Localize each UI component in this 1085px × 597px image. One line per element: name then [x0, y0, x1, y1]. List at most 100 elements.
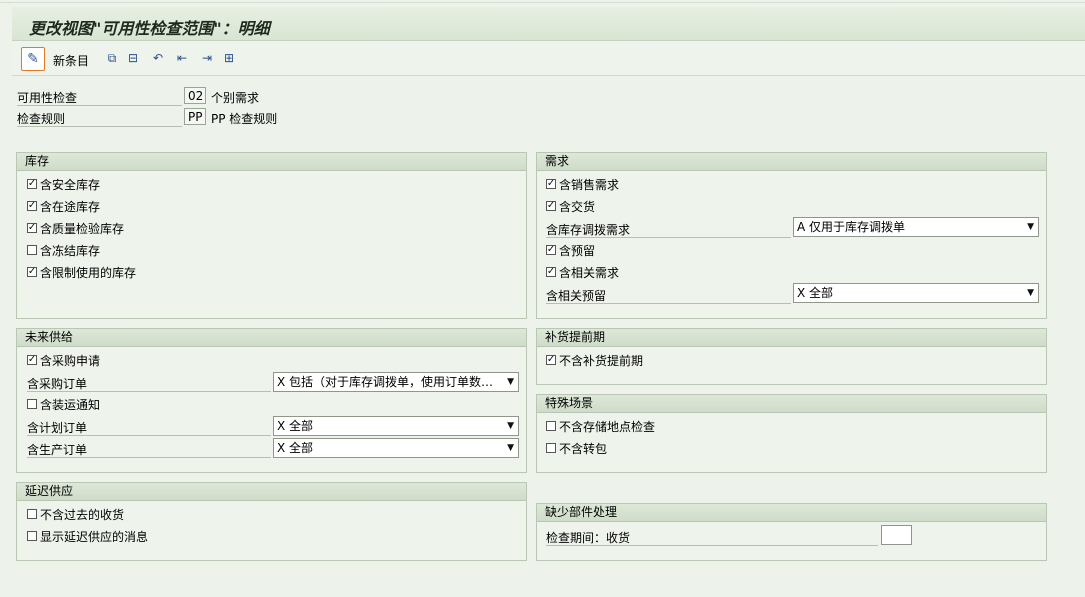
receipts-group: 未来供给 ✓ 含采购申请 含采购订单 X 包括（对于库存调拨单，使用订单数量… ▼… [16, 328, 527, 473]
checkbox-label: 含相关需求 [559, 265, 620, 280]
checkbox-box: ✓ [27, 354, 37, 365]
checkbox-box [27, 399, 37, 409]
delete-icon[interactable]: ⊟ [126, 51, 140, 65]
page-title: 更改视图"可用性检查范围"：明细 [29, 19, 270, 38]
incl-safety-stock-checkbox[interactable]: ✓ 含安全库存 [27, 174, 100, 194]
missing-parts-group-title: 缺少部件处理 [537, 504, 1046, 522]
checkbox-box: ✓ [27, 266, 37, 277]
incl-transit-stock-checkbox[interactable]: ✓ 含在途库存 [27, 196, 100, 216]
checkbox-label: 含质量检验库存 [40, 221, 125, 236]
next-entry-icon[interactable]: ⇥ [200, 51, 214, 65]
chevron-down-icon: ▼ [507, 421, 514, 431]
no-subcontracting-checkbox[interactable]: 不含转包 [546, 438, 607, 458]
display-change-button[interactable]: ✎ [21, 47, 45, 71]
checkbox-box: ✓ [27, 178, 37, 189]
label-underline [17, 105, 182, 106]
copy-as-icon[interactable]: ⧉ [105, 51, 119, 65]
label-underline [27, 457, 271, 458]
purch-orders-label: 含采购订单 [27, 377, 88, 391]
past-receipts-group-title: 延迟供应 [17, 483, 526, 501]
check-period-label: 检查期间：收货 [546, 531, 631, 545]
planned-orders-label: 含计划订单 [27, 421, 88, 435]
stock-transfer-req-dropdown[interactable]: A 仅用于库存调拨单 ▼ [793, 217, 1039, 237]
rlt-group-title: 补货提前期 [537, 329, 1046, 347]
top-divider [0, 2, 1085, 3]
previous-entry-icon[interactable]: ⇤ [175, 51, 189, 65]
incl-blocked-stock-checkbox[interactable]: 含冻结库存 [27, 240, 100, 260]
checkbox-box [546, 421, 556, 431]
availability-check-field[interactable]: 02 [184, 87, 206, 104]
no-rlt-checkbox[interactable]: ✓ 不含补货提前期 [546, 350, 643, 370]
checkbox-box: ✓ [27, 222, 37, 233]
production-orders-dropdown[interactable]: X 全部 ▼ [273, 438, 519, 458]
dropdown-value: A 仅用于库存调拨单 [797, 220, 906, 234]
label-underline [546, 237, 791, 238]
planned-orders-dropdown[interactable]: X 全部 ▼ [273, 416, 519, 436]
production-orders-label: 含生产订单 [27, 443, 88, 457]
chevron-down-icon: ▼ [507, 443, 514, 453]
late-supply-message-checkbox[interactable]: 显示延迟供应的消息 [27, 526, 148, 546]
checkbox-box [546, 443, 556, 453]
checkbox-label: 含在途库存 [40, 199, 101, 214]
no-storage-loc-check-checkbox[interactable]: 不含存储地点检查 [546, 416, 655, 436]
chevron-down-icon: ▼ [1027, 288, 1034, 298]
checkbox-box [27, 509, 37, 519]
select-block-icon[interactable]: ⊞ [222, 51, 236, 65]
checkbox-label: 不含转包 [559, 441, 608, 456]
incl-quality-stock-checkbox[interactable]: ✓ 含质量检验库存 [27, 218, 124, 238]
checkbox-label: 含预留 [559, 243, 596, 258]
dependent-reservations-label: 含相关预留 [546, 289, 607, 303]
purch-orders-dropdown[interactable]: X 包括（对于库存调拨单，使用订单数量… ▼ [273, 372, 519, 392]
stock-transfer-req-label: 含库存调拨需求 [546, 223, 631, 237]
requirements-group-title: 需求 [537, 153, 1046, 171]
pencil-glasses-icon: ✎ [27, 51, 39, 67]
undo-icon[interactable]: ↶ [151, 51, 165, 65]
incl-shipping-notif-checkbox[interactable]: 含装运通知 [27, 394, 100, 414]
incl-deliveries-checkbox[interactable]: ✓ 含交货 [546, 196, 595, 216]
new-entries-button[interactable]: 新条目 [53, 52, 89, 69]
checkbox-label: 含安全库存 [40, 177, 101, 192]
checkbox-box [27, 245, 37, 255]
checkbox-label: 不含补货提前期 [559, 353, 644, 368]
checkbox-label: 不含过去的收货 [40, 507, 125, 522]
label-underline [27, 391, 271, 392]
title-bar: 更改视图"可用性检查范围"：明细 [12, 7, 1085, 41]
rlt-group: 补货提前期 ✓ 不含补货提前期 [536, 328, 1047, 385]
past-receipts-group: 延迟供应 不含过去的收货 显示延迟供应的消息 [16, 482, 527, 561]
checking-rule-label: 检查规则 [17, 112, 66, 126]
checking-rule-field[interactable]: PP [184, 108, 206, 125]
checkbox-label: 含装运通知 [40, 397, 101, 412]
checkbox-box: ✓ [27, 200, 37, 211]
chevron-down-icon: ▼ [507, 377, 514, 387]
checkbox-label: 含销售需求 [559, 177, 620, 192]
checkbox-label: 含采购申请 [40, 353, 101, 368]
incl-restricted-stock-checkbox[interactable]: ✓ 含限制使用的库存 [27, 262, 136, 282]
checkbox-box: ✓ [546, 178, 556, 189]
application-toolbar: ✎ 新条目 ⧉ ⊟ ↶ ⇤ ⇥ ⊞ [12, 41, 1085, 76]
incl-dependent-req-checkbox[interactable]: ✓ 含相关需求 [546, 262, 619, 282]
incl-sales-req-checkbox[interactable]: ✓ 含销售需求 [546, 174, 619, 194]
requirements-group: 需求 ✓ 含销售需求 ✓ 含交货 含库存调拨需求 A 仅用于库存调拨单 ▼ ✓ 含预留… [536, 152, 1047, 319]
dependent-reservations-dropdown[interactable]: X 全部 ▼ [793, 283, 1039, 303]
checkbox-label: 含冻结库存 [40, 243, 101, 258]
checkbox-label: 含交货 [559, 199, 596, 214]
label-underline [27, 435, 271, 436]
checkbox-label: 不含存储地点检查 [559, 419, 656, 434]
missing-parts-group: 缺少部件处理 检查期间：收货 [536, 503, 1047, 561]
incl-purch-req-checkbox[interactable]: ✓ 含采购申请 [27, 350, 100, 370]
label-underline [546, 303, 791, 304]
receipts-group-title: 未来供给 [17, 329, 526, 347]
checkbox-box: ✓ [546, 244, 556, 255]
special-group: 特殊场景 不含存储地点检查 不含转包 [536, 394, 1047, 473]
special-group-title: 特殊场景 [537, 395, 1046, 413]
dropdown-value: X 全部 [797, 286, 834, 300]
label-underline [17, 126, 182, 127]
no-past-receipts-checkbox[interactable]: 不含过去的收货 [27, 504, 124, 524]
availability-check-description: 个别需求 [211, 91, 260, 105]
incl-reservations-checkbox[interactable]: ✓ 含预留 [546, 240, 595, 260]
chevron-down-icon: ▼ [1027, 222, 1034, 232]
dropdown-value: X 全部 [277, 441, 314, 455]
stock-group-title: 库存 [17, 153, 526, 171]
check-period-input[interactable] [881, 525, 912, 545]
stock-group: 库存 ✓ 含安全库存 ✓ 含在途库存 ✓ 含质量检验库存 含冻结库存 ✓ 含限制使用的库… [16, 152, 527, 319]
